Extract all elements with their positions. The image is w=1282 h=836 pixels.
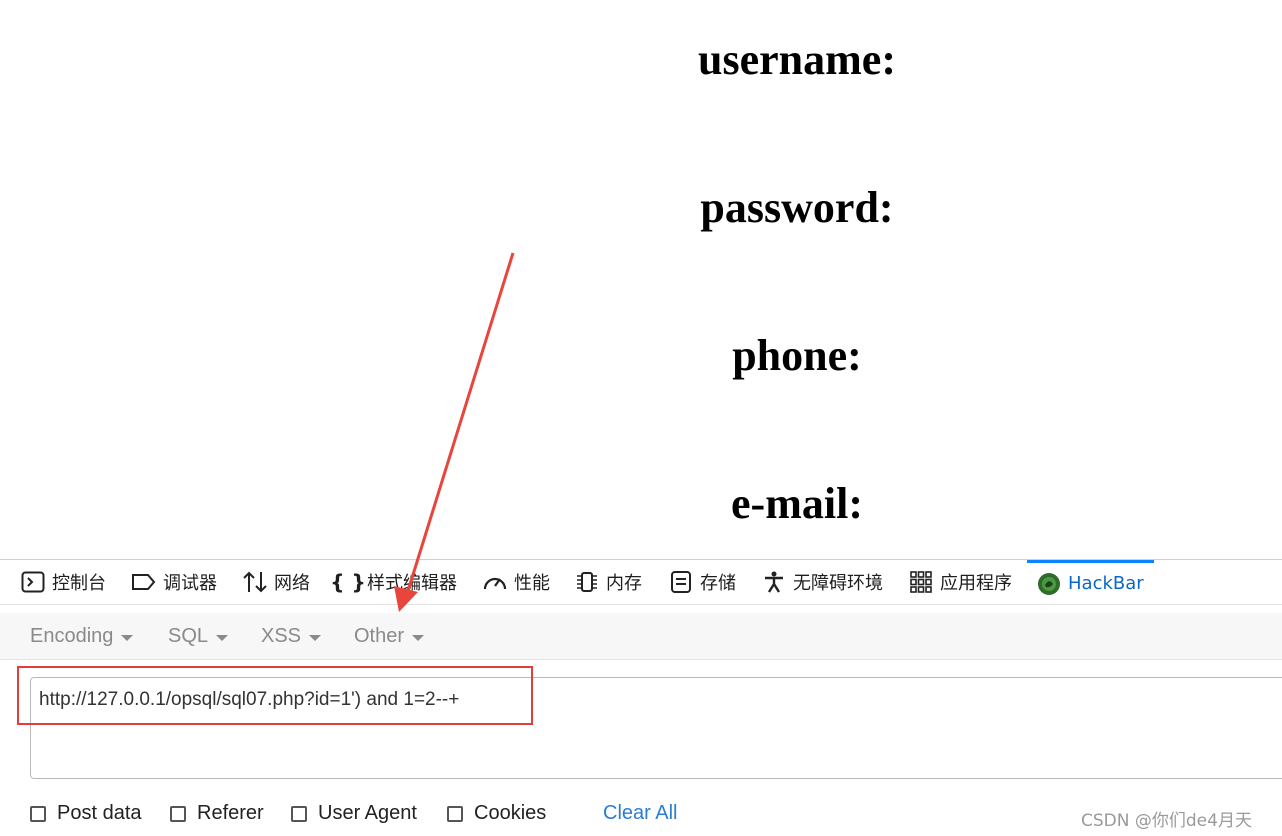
user-agent-checkbox[interactable]: User Agent — [291, 802, 417, 825]
accessibility-icon — [761, 569, 787, 595]
tab-network[interactable]: 网络 — [242, 560, 310, 604]
tab-storage[interactable]: 存储 — [668, 560, 736, 604]
tab-console-label: 控制台 — [52, 573, 106, 594]
storage-icon — [668, 569, 694, 595]
debugger-icon — [131, 569, 157, 595]
devtools-panel: 控制台 调试器 网络 { } 样式编辑器 性能 内存 存储 无障碍环境 应用程序… — [0, 559, 1282, 836]
chevron-down-icon — [216, 634, 229, 641]
hackbar-toolbar: Encoding SQL XSS Other — [0, 613, 1282, 660]
devtools-tab-bar: 控制台 调试器 网络 { } 样式编辑器 性能 内存 存储 无障碍环境 应用程序… — [0, 560, 1282, 605]
tab-application-label: 应用程序 — [940, 573, 1012, 594]
tab-performance[interactable]: 性能 — [482, 560, 550, 604]
checkbox-icon — [170, 805, 186, 822]
other-menu-label: Other — [354, 624, 405, 647]
password-label: password: — [700, 183, 894, 232]
memory-icon — [574, 569, 600, 595]
post-data-checkbox[interactable]: Post data — [30, 802, 142, 825]
tab-storage-label: 存储 — [700, 573, 736, 594]
tab-application[interactable]: 应用程序 — [908, 560, 1012, 604]
tab-style-editor[interactable]: { } 样式编辑器 — [330, 560, 457, 604]
checkbox-icon — [30, 805, 46, 822]
phone-label: phone: — [732, 331, 862, 380]
hackbar-icon — [1036, 571, 1062, 597]
email-label: e-mail: — [731, 479, 863, 528]
network-icon — [242, 569, 268, 595]
sql-menu[interactable]: SQL — [168, 613, 229, 659]
xss-menu[interactable]: XSS — [261, 613, 322, 659]
tab-hackbar[interactable]: HackBar — [1027, 560, 1154, 604]
encoding-menu[interactable]: Encoding — [30, 613, 134, 659]
other-menu[interactable]: Other — [354, 613, 425, 659]
style-editor-icon: { } — [330, 570, 366, 594]
checkbox-icon — [447, 805, 463, 822]
chevron-down-icon — [412, 634, 425, 641]
post-data-label: Post data — [57, 802, 142, 824]
username-label: username: — [698, 35, 896, 84]
tab-debugger[interactable]: 调试器 — [131, 560, 217, 604]
encoding-menu-label: Encoding — [30, 624, 114, 647]
tab-hackbar-label: HackBar — [1068, 573, 1144, 594]
sql-menu-label: SQL — [168, 624, 209, 647]
checkbox-icon — [291, 805, 307, 822]
performance-icon — [482, 569, 508, 595]
highlight-box — [17, 666, 533, 725]
page-content: username: password: phone: e-mail: — [0, 0, 1282, 560]
chevron-down-icon — [121, 634, 134, 641]
tab-network-label: 网络 — [274, 573, 310, 594]
user-agent-label: User Agent — [318, 802, 417, 824]
watermark: CSDN @你们de4月天 — [1081, 811, 1252, 831]
tab-memory[interactable]: 内存 — [574, 560, 642, 604]
cookies-checkbox[interactable]: Cookies — [447, 802, 546, 825]
tab-style-editor-label: 样式编辑器 — [367, 573, 457, 594]
application-icon — [908, 569, 934, 595]
tab-debugger-label: 调试器 — [163, 573, 217, 594]
tab-accessibility-label: 无障碍环境 — [793, 573, 883, 594]
referer-checkbox[interactable]: Referer — [170, 802, 264, 825]
cookies-label: Cookies — [474, 802, 547, 824]
tab-console[interactable]: 控制台 — [20, 560, 106, 604]
referer-label: Referer — [197, 802, 264, 824]
tab-memory-label: 内存 — [606, 573, 642, 594]
tab-accessibility[interactable]: 无障碍环境 — [761, 560, 883, 604]
xss-menu-label: XSS — [261, 624, 302, 647]
tab-performance-label: 性能 — [514, 573, 550, 594]
clear-all-button[interactable]: Clear All — [603, 802, 677, 825]
console-icon — [20, 569, 46, 595]
chevron-down-icon — [309, 634, 322, 641]
